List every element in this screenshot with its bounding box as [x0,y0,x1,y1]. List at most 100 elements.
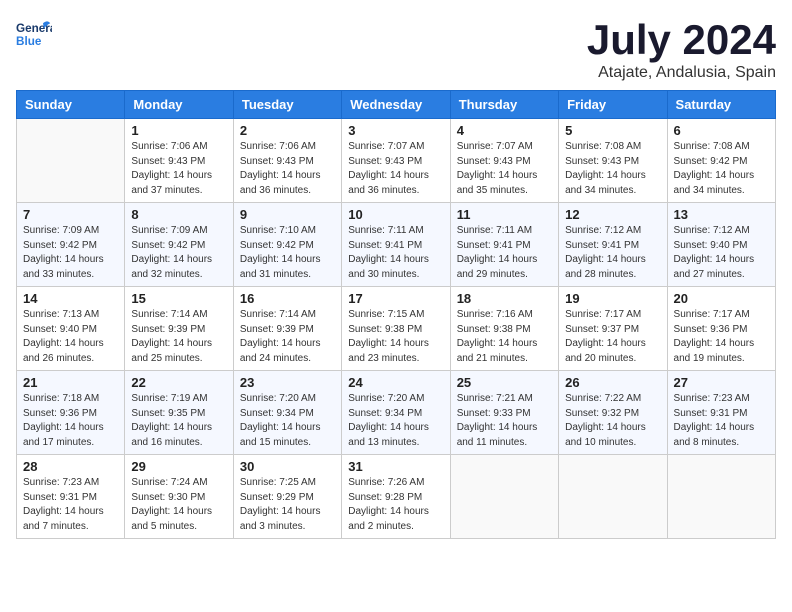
calendar-cell: 7 Sunrise: 7:09 AMSunset: 9:42 PMDaylight… [17,203,125,287]
calendar-cell: 20 Sunrise: 7:17 AMSunset: 9:36 PMDayligh… [667,287,775,371]
day-info: Sunrise: 7:20 AMSunset: 9:34 PMDaylight:… [240,392,335,450]
calendar-cell: 15 Sunrise: 7:14 AMSunset: 9:39 PMDayligh… [125,287,233,371]
calendar-week-4: 21Sunrise: 7:18 AMSunset: 9:36 PMDayligh… [17,371,776,455]
day-number: 3 [348,123,443,138]
day-number: 28 [23,459,118,474]
day-info: Sunrise: 7:23 AMSunset: 9:31 PMDaylight:… [674,392,769,450]
day-info: Sunrise: 7:06 AMSunset: 9:43 PMDaylight:… [240,140,335,198]
calendar-cell: 28 Sunrise: 7:23 AMSunset: 9:31 PMDayligh… [17,455,125,539]
day-info: Sunrise: 7:07 AMSunset: 9:43 PMDaylight:… [457,140,552,198]
calendar-cell [17,119,125,203]
calendar-cell: 11 Sunrise: 7:11 AMSunset: 9:41 PMDayligh… [450,203,558,287]
column-header-thursday: Thursday [450,91,558,119]
day-info: Sunrise: 7:26 AMSunset: 9:28 PMDaylight:… [348,476,443,534]
calendar-cell: 13 Sunrise: 7:12 AMSunset: 9:40 PMDayligh… [667,203,775,287]
day-info: Sunrise: 7:19 AMSunset: 9:35 PMDaylight:… [131,392,226,450]
day-info: Sunrise: 7:14 AMSunset: 9:39 PMDaylight:… [240,308,335,366]
calendar-cell: 5 Sunrise: 7:08 AMSunset: 9:43 PMDaylight… [559,119,667,203]
day-number: 5 [565,123,660,138]
month-title: July 2024 [587,16,776,64]
day-number: 18 [457,291,552,306]
day-number: 1 [131,123,226,138]
day-number: 22 [131,375,226,390]
title-block: July 2024 Atajate, Andalusia, Spain [587,16,776,82]
calendar-cell: 4Sunrise: 7:07 AMSunset: 9:43 PMDaylight… [450,119,558,203]
day-info: Sunrise: 7:22 AMSunset: 9:32 PMDaylight:… [565,392,660,450]
calendar-cell: 17 Sunrise: 7:15 AMSunset: 9:38 PMDayligh… [342,287,450,371]
calendar-cell [667,455,775,539]
calendar-cell: 3 Sunrise: 7:07 AMSunset: 9:43 PMDaylight… [342,119,450,203]
day-number: 2 [240,123,335,138]
day-number: 13 [674,207,769,222]
day-info: Sunrise: 7:09 AMSunset: 9:42 PMDaylight:… [131,224,226,282]
calendar-cell: 1 Sunrise: 7:06 AMSunset: 9:43 PMDaylight… [125,119,233,203]
day-number: 21 [23,375,118,390]
day-info: Sunrise: 7:23 AMSunset: 9:31 PMDaylight:… [23,476,118,534]
column-header-sunday: Sunday [17,91,125,119]
day-number: 31 [348,459,443,474]
day-info: Sunrise: 7:09 AMSunset: 9:42 PMDaylight:… [23,224,118,282]
calendar-cell [559,455,667,539]
day-info: Sunrise: 7:12 AMSunset: 9:41 PMDaylight:… [565,224,660,282]
day-number: 30 [240,459,335,474]
day-info: Sunrise: 7:08 AMSunset: 9:43 PMDaylight:… [565,140,660,198]
day-info: Sunrise: 7:06 AMSunset: 9:43 PMDaylight:… [131,140,226,198]
day-info: Sunrise: 7:17 AMSunset: 9:36 PMDaylight:… [674,308,769,366]
calendar-cell: 14Sunrise: 7:13 AMSunset: 9:40 PMDayligh… [17,287,125,371]
day-number: 12 [565,207,660,222]
logo: General Blue [16,16,52,52]
day-info: Sunrise: 7:17 AMSunset: 9:37 PMDaylight:… [565,308,660,366]
location: Atajate, Andalusia, Spain [587,64,776,82]
day-info: Sunrise: 7:12 AMSunset: 9:40 PMDaylight:… [674,224,769,282]
day-number: 10 [348,207,443,222]
calendar-week-5: 28 Sunrise: 7:23 AMSunset: 9:31 PMDayligh… [17,455,776,539]
day-number: 7 [23,207,118,222]
day-info: Sunrise: 7:25 AMSunset: 9:29 PMDaylight:… [240,476,335,534]
day-info: Sunrise: 7:24 AMSunset: 9:30 PMDaylight:… [131,476,226,534]
column-header-tuesday: Tuesday [233,91,341,119]
day-number: 26 [565,375,660,390]
day-info: Sunrise: 7:11 AMSunset: 9:41 PMDaylight:… [348,224,443,282]
day-info: Sunrise: 7:11 AMSunset: 9:41 PMDaylight:… [457,224,552,282]
day-number: 20 [674,291,769,306]
calendar-cell: 12 Sunrise: 7:12 AMSunset: 9:41 PMDayligh… [559,203,667,287]
day-number: 17 [348,291,443,306]
calendar-week-3: 14Sunrise: 7:13 AMSunset: 9:40 PMDayligh… [17,287,776,371]
calendar-cell: 21Sunrise: 7:18 AMSunset: 9:36 PMDayligh… [17,371,125,455]
column-header-friday: Friday [559,91,667,119]
calendar-table: SundayMondayTuesdayWednesdayThursdayFrid… [16,90,776,539]
day-info: Sunrise: 7:14 AMSunset: 9:39 PMDaylight:… [131,308,226,366]
calendar-cell: 19 Sunrise: 7:17 AMSunset: 9:37 PMDayligh… [559,287,667,371]
page-header: General Blue July 2024 Atajate, Andalusi… [16,16,776,82]
day-info: Sunrise: 7:20 AMSunset: 9:34 PMDaylight:… [348,392,443,450]
day-number: 15 [131,291,226,306]
day-number: 23 [240,375,335,390]
day-info: Sunrise: 7:16 AMSunset: 9:38 PMDaylight:… [457,308,552,366]
day-info: Sunrise: 7:07 AMSunset: 9:43 PMDaylight:… [348,140,443,198]
column-header-wednesday: Wednesday [342,91,450,119]
calendar-cell: 18 Sunrise: 7:16 AMSunset: 9:38 PMDayligh… [450,287,558,371]
day-number: 11 [457,207,552,222]
calendar-cell [450,455,558,539]
day-number: 24 [348,375,443,390]
calendar-header-row: SundayMondayTuesdayWednesdayThursdayFrid… [17,91,776,119]
calendar-week-1: 1 Sunrise: 7:06 AMSunset: 9:43 PMDaylight… [17,119,776,203]
calendar-cell: 24 Sunrise: 7:20 AMSunset: 9:34 PMDayligh… [342,371,450,455]
day-number: 19 [565,291,660,306]
calendar-cell: 30 Sunrise: 7:25 AMSunset: 9:29 PMDayligh… [233,455,341,539]
day-number: 27 [674,375,769,390]
calendar-cell: 22 Sunrise: 7:19 AMSunset: 9:35 PMDayligh… [125,371,233,455]
calendar-cell: 10 Sunrise: 7:11 AMSunset: 9:41 PMDayligh… [342,203,450,287]
calendar-week-2: 7 Sunrise: 7:09 AMSunset: 9:42 PMDaylight… [17,203,776,287]
day-info: Sunrise: 7:08 AMSunset: 9:42 PMDaylight:… [674,140,769,198]
day-number: 9 [240,207,335,222]
calendar-cell: 9 Sunrise: 7:10 AMSunset: 9:42 PMDaylight… [233,203,341,287]
day-number: 29 [131,459,226,474]
day-number: 16 [240,291,335,306]
calendar-cell: 27 Sunrise: 7:23 AMSunset: 9:31 PMDayligh… [667,371,775,455]
day-info: Sunrise: 7:15 AMSunset: 9:38 PMDaylight:… [348,308,443,366]
logo-icon: General Blue [16,16,52,52]
calendar-cell: 6Sunrise: 7:08 AMSunset: 9:42 PMDaylight… [667,119,775,203]
day-info: Sunrise: 7:10 AMSunset: 9:42 PMDaylight:… [240,224,335,282]
calendar-cell: 25Sunrise: 7:21 AMSunset: 9:33 PMDayligh… [450,371,558,455]
